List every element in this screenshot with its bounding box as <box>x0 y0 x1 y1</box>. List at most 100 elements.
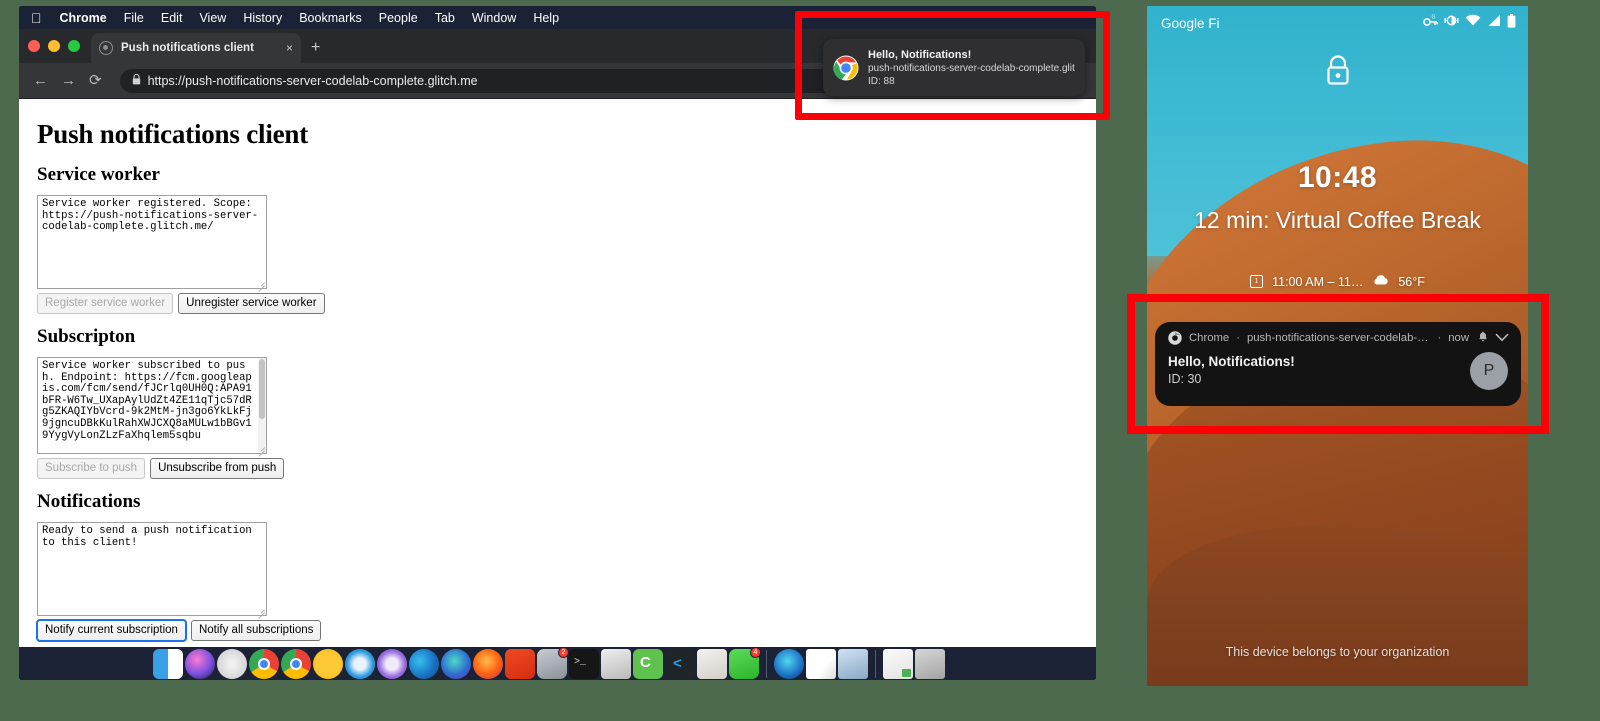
notify-all-subscriptions-button[interactable]: Notify all subscriptions <box>190 620 322 641</box>
textarea-scrollbar[interactable] <box>258 358 266 453</box>
dock-icon-downloads-stack[interactable] <box>883 649 913 679</box>
separator-dot: · <box>1236 332 1240 344</box>
dock-icon-system-preferences[interactable]: 2 <box>537 647 569 679</box>
dock-icon-safari[interactable] <box>345 649 375 679</box>
dock-icon-firefox[interactable] <box>473 649 503 679</box>
dock-icon-google-chrome[interactable] <box>249 649 279 679</box>
ring-vibrate-icon <box>1444 14 1459 32</box>
dock-icon-microsoft-edge[interactable] <box>409 649 439 679</box>
close-icon[interactable]: × <box>286 42 293 54</box>
menu-item-people[interactable]: People <box>379 11 418 25</box>
lock-screen-clock: 10:48 <box>1297 161 1378 194</box>
section-heading-notifications: Notifications <box>37 491 141 512</box>
new-tab-button[interactable]: + <box>311 40 320 56</box>
dock-icon-messages[interactable]: 4 <box>729 647 761 679</box>
menu-item-edit[interactable]: Edit <box>161 11 183 25</box>
badge-count: 4 <box>750 647 761 658</box>
dock-icon-disk-utility[interactable] <box>601 649 631 679</box>
subscription-buttons: Subscribe to push Unsubscribe from push <box>37 458 1078 479</box>
register-service-worker-button[interactable]: Register service worker <box>37 293 174 314</box>
carrier-label: Google Fi <box>1161 15 1220 31</box>
lock-icon <box>1323 54 1353 93</box>
notifications-log-wrapper: Ready to send a push notification to thi… <box>37 522 267 616</box>
mac-dock: 2 >_ C < 4 <box>19 647 1096 680</box>
bell-icon <box>1478 331 1488 345</box>
android-notification-body: ID: 30 <box>1168 372 1202 386</box>
cell-signal-icon <box>1487 14 1501 32</box>
notifications-buttons: Notify current subscription Notify all s… <box>36 619 1078 642</box>
chrome-browser: Push notifications client × + ← → ⟳ http… <box>19 29 1096 680</box>
dock-icon-google-chrome-beta[interactable] <box>281 649 311 679</box>
subscribe-to-push-button[interactable]: Subscribe to push <box>37 458 146 479</box>
dock-icon-visual-studio-code[interactable]: < <box>665 649 695 679</box>
dock-icon-bear-notes[interactable] <box>697 649 727 679</box>
dock-icon-safari-technology-preview[interactable] <box>377 649 407 679</box>
android-notification-time: now <box>1448 332 1469 344</box>
forward-arrow-icon[interactable]: → <box>61 73 76 88</box>
dock-icon-chrome-canary[interactable] <box>313 649 343 679</box>
menu-item-chrome[interactable]: Chrome <box>60 11 107 25</box>
menu-item-window[interactable]: Window <box>472 11 516 25</box>
status-bar-icons: G <box>1423 13 1516 33</box>
back-arrow-icon[interactable]: ← <box>33 73 48 88</box>
device-organization-notice: This device belongs to your organization <box>1225 645 1450 659</box>
window-traffic-lights <box>28 40 80 52</box>
dock-icon-siri[interactable] <box>185 649 215 679</box>
mac-notification-toast[interactable]: Hello, Notifications! push-notifications… <box>823 39 1085 96</box>
subscription-log-wrapper: Service worker subscribed to push. Endpo… <box>37 357 267 454</box>
notify-current-subscription-button[interactable]: Notify current subscription <box>36 619 187 642</box>
mac-toast-title: Hello, Notifications! <box>868 48 972 61</box>
wifi-icon <box>1465 14 1481 32</box>
browser-tab[interactable]: Push notifications client × <box>91 33 301 63</box>
android-notification-card[interactable]: Chrome · push-notifications-server-codel… <box>1155 322 1521 406</box>
dock-icon-screenshot-stack[interactable] <box>838 649 868 679</box>
dock-icon-brave-browser[interactable] <box>505 649 535 679</box>
page-title: Push notifications client <box>37 119 309 149</box>
mac-toast-body: Hello, Notifications! push-notifications… <box>868 48 1075 88</box>
menu-item-view[interactable]: View <box>199 11 226 25</box>
dock-icon-finder[interactable] <box>153 649 183 679</box>
avatar: P <box>1470 352 1508 390</box>
dock-icon-cleanmymac[interactable] <box>774 649 804 679</box>
globe-favicon-icon <box>99 41 113 55</box>
android-notification-source: push-notifications-server-codelab-co… <box>1246 332 1431 344</box>
event-time: 11:00 AM – 11… <box>1272 274 1364 289</box>
menu-item-help[interactable]: Help <box>533 11 559 25</box>
menu-item-bookmarks[interactable]: Bookmarks <box>299 11 362 25</box>
dock-icon-pages-document[interactable] <box>806 649 836 679</box>
scrollbar-thumb[interactable] <box>259 359 265 419</box>
menu-item-tab[interactable]: Tab <box>435 11 455 25</box>
android-notification-header: Chrome · push-notifications-server-codel… <box>1168 331 1509 345</box>
mac-toast-id: ID: 88 <box>868 75 895 87</box>
service-worker-log-wrapper: Service worker registered. Scope: https:… <box>37 195 267 289</box>
dock-icon-launchpad[interactable] <box>217 649 247 679</box>
lock-screen-event-meta: 1 11:00 AM – 11… 56°F <box>1147 274 1528 289</box>
menu-item-history[interactable]: History <box>243 11 282 25</box>
dock-icon-coteditor[interactable]: C <box>633 649 663 679</box>
mac-toast-source: push-notifications-server-codelab-comple… <box>868 62 1075 74</box>
tab-title: Push notifications client <box>121 42 254 54</box>
notifications-log-textarea[interactable]: Ready to send a push notification to thi… <box>37 522 267 616</box>
chrome-logo-icon <box>1168 331 1182 345</box>
lock-screen-event-title[interactable]: 12 min: Virtual Coffee Break <box>1147 206 1528 235</box>
chevron-down-icon[interactable] <box>1495 331 1509 345</box>
dock-icon-terminal[interactable]: >_ <box>569 649 599 679</box>
calendar-icon: 1 <box>1250 275 1264 288</box>
chrome-logo-icon <box>833 55 859 81</box>
menu-item-file[interactable]: File <box>124 11 144 25</box>
dock-icon-firefox-developer-edition[interactable] <box>441 649 471 679</box>
service-worker-log-textarea[interactable]: Service worker registered. Scope: https:… <box>37 195 267 289</box>
subscription-log-textarea[interactable]: Service worker subscribed to push. Endpo… <box>37 357 267 454</box>
temperature: 56°F <box>1398 274 1425 289</box>
dock-icons: 2 >_ C < 4 <box>153 647 945 680</box>
unregister-service-worker-button[interactable]: Unregister service worker <box>178 293 325 314</box>
unsubscribe-from-push-button[interactable]: Unsubscribe from push <box>150 458 285 479</box>
section-heading-service-worker: Service worker <box>37 164 160 185</box>
dock-icon-trash[interactable] <box>915 649 945 679</box>
apple-logo-icon[interactable]:  <box>31 11 42 25</box>
reload-icon[interactable]: ⟳ <box>89 73 102 88</box>
close-window-button[interactable] <box>28 40 40 52</box>
web-page-content: Push notifications client Service worker… <box>19 99 1096 670</box>
minimize-window-button[interactable] <box>48 40 60 52</box>
maximize-window-button[interactable] <box>68 40 80 52</box>
